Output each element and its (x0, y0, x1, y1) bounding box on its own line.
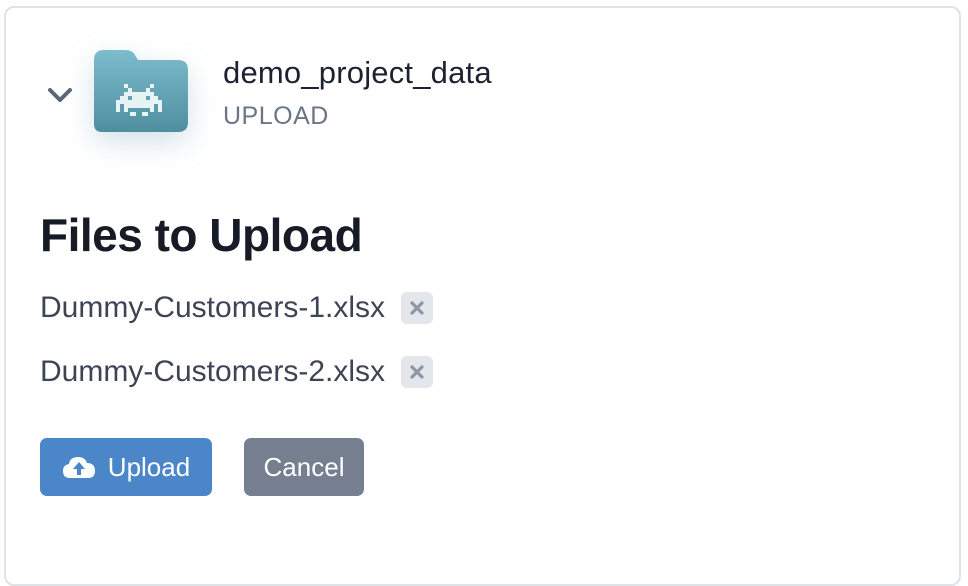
cancel-button[interactable]: Cancel (244, 438, 364, 496)
project-header: demo_project_data UPLOAD (6, 8, 959, 148)
files-to-upload-heading: Files to Upload (40, 209, 363, 261)
close-icon (409, 364, 425, 380)
project-name: demo_project_data (223, 55, 492, 90)
close-icon (409, 300, 425, 316)
cloud-upload-icon (62, 455, 96, 479)
list-item: Dummy-Customers-2.xlsx (40, 352, 434, 392)
file-name: Dummy-Customers-1.xlsx (40, 291, 386, 324)
list-item: Dummy-Customers-1.xlsx (40, 288, 434, 328)
upload-panel: demo_project_data UPLOAD Files to Upload… (4, 6, 961, 586)
chevron-down-icon[interactable] (44, 84, 76, 108)
project-mode-label: UPLOAD (223, 102, 329, 130)
folder-space-invader-icon (90, 50, 190, 134)
remove-file-button[interactable] (401, 292, 434, 324)
file-name: Dummy-Customers-2.xlsx (40, 355, 386, 388)
upload-button-label: Upload (107, 451, 191, 482)
upload-button[interactable]: Upload (40, 438, 212, 496)
cancel-button-label: Cancel (263, 451, 345, 482)
remove-file-button[interactable] (401, 356, 434, 388)
